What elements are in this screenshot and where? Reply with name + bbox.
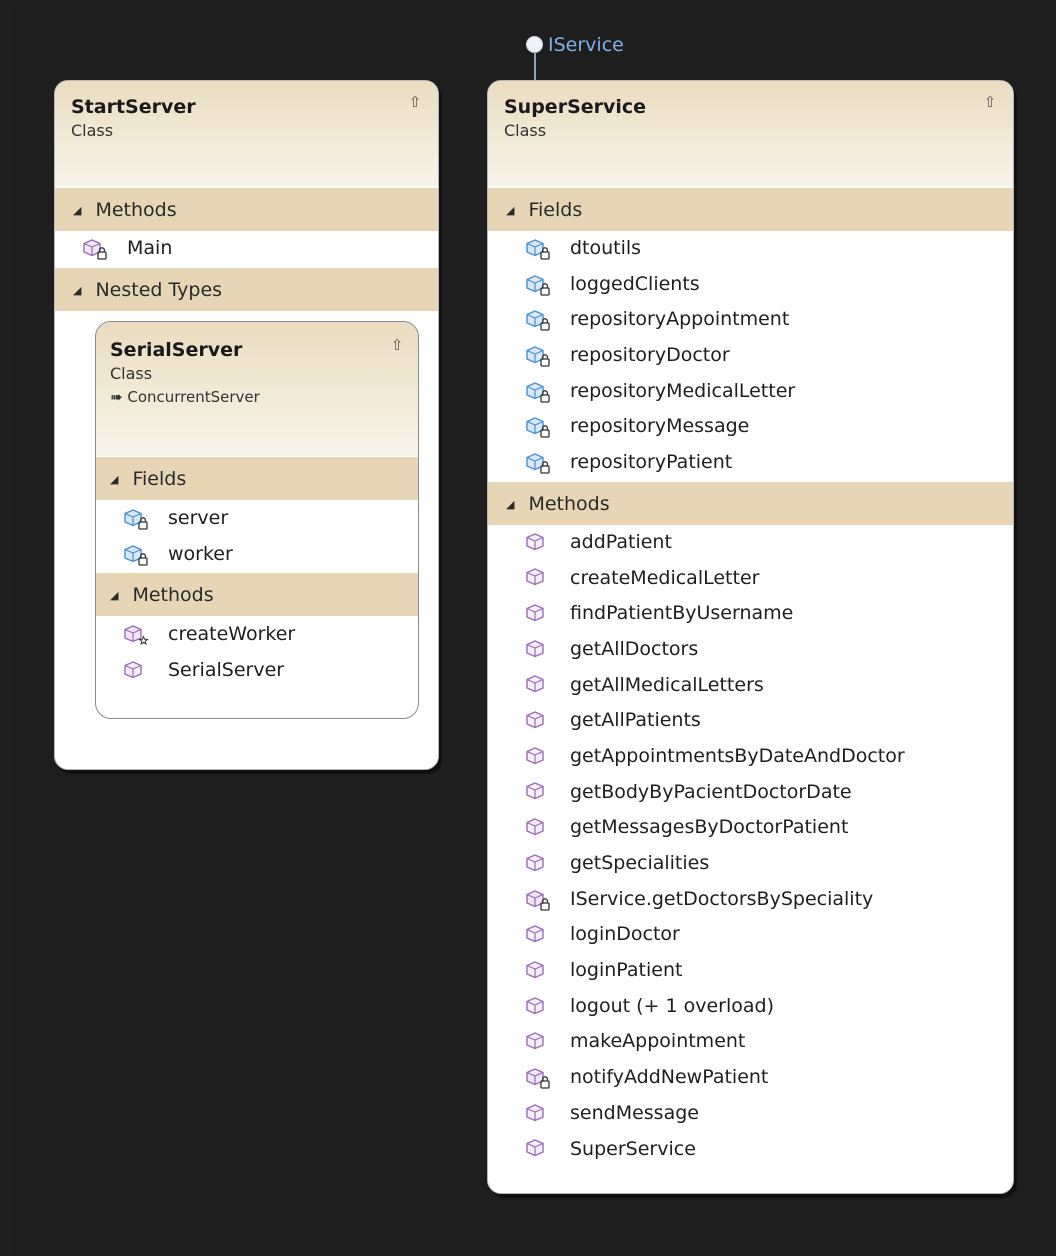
- method-private-icon: [526, 1067, 552, 1089]
- field-private-icon: [526, 274, 552, 296]
- method-public-icon: [526, 817, 552, 839]
- section-header-fields[interactable]: ◢ Fields: [96, 455, 418, 500]
- method-public-icon: [526, 674, 552, 696]
- member-item[interactable]: Main: [55, 231, 438, 267]
- member-item[interactable]: SuperService: [488, 1132, 1013, 1168]
- class-title: SerialServer: [110, 338, 243, 361]
- member-item[interactable]: sendMessage: [488, 1096, 1013, 1132]
- class-kind: Class: [110, 363, 153, 383]
- field-private-icon: [526, 345, 552, 367]
- collapse-chevron-icon[interactable]: ⇧: [981, 93, 999, 111]
- collapse-chevron-icon[interactable]: ⇧: [406, 93, 424, 111]
- method-public-icon: [526, 924, 552, 946]
- section-header-nested-types[interactable]: ◢ Nested Types: [55, 266, 438, 311]
- member-item[interactable]: createMedicalLetter: [488, 561, 1013, 597]
- field-private-icon: [124, 507, 150, 530]
- method-public-icon: [526, 1138, 552, 1160]
- class-title: StartServer: [71, 96, 196, 118]
- method-public-icon: [526, 781, 552, 803]
- section-expand-triangle-icon: ◢: [506, 497, 515, 511]
- methods-list: addPatient createMedicalLetter findPatient…: [488, 525, 1013, 1167]
- interface-circle-icon: [526, 36, 543, 53]
- section-header-methods[interactable]: ◢ Methods: [488, 480, 1013, 525]
- member-item[interactable]: repositoryMessage: [488, 409, 1013, 445]
- member-item[interactable]: getAppointmentsByDateAndDoctor: [488, 739, 1013, 775]
- member-item[interactable]: getAllDoctors: [488, 632, 1013, 668]
- method-public-icon: [526, 639, 552, 661]
- method-public-icon: [526, 603, 552, 625]
- member-item[interactable]: makeAppointment: [488, 1024, 1013, 1060]
- class-base-type: ➠ ConcurrentServer: [110, 387, 260, 406]
- class-box-startserver[interactable]: StartServer Class ⇧ ◢ Methods Main ◢ Neste…: [54, 80, 439, 770]
- section-header-fields[interactable]: ◢ Fields: [488, 187, 1013, 231]
- section-header-methods[interactable]: ◢ Methods: [96, 571, 418, 616]
- method-public-icon: [526, 1031, 552, 1053]
- field-private-icon: [526, 452, 552, 474]
- class-box-superservice[interactable]: SuperService Class ⇧ ◢ Fields dtoutils log…: [487, 80, 1014, 1194]
- class-title: SuperService: [504, 96, 647, 118]
- member-item[interactable]: logout (+ 1 overload): [488, 989, 1013, 1025]
- member-item[interactable]: IService.getDoctorsBySpeciality: [488, 882, 1013, 918]
- field-private-icon: [526, 381, 552, 403]
- member-item[interactable]: getMessagesByDoctorPatient: [488, 810, 1013, 846]
- field-private-icon: [526, 238, 552, 260]
- method-public-icon: [526, 567, 552, 589]
- member-item[interactable]: getSpecialities: [488, 846, 1013, 882]
- section-expand-triangle-icon: ◢: [110, 472, 119, 486]
- member-item[interactable]: dtoutils: [488, 231, 1013, 267]
- field-private-icon: [124, 543, 150, 566]
- method-public-icon: [124, 659, 150, 681]
- member-item[interactable]: server: [96, 500, 418, 536]
- class-header: SuperService Class ⇧: [488, 81, 1013, 187]
- member-item[interactable]: repositoryAppointment: [488, 302, 1013, 338]
- collapse-chevron-icon[interactable]: ⇧: [388, 336, 406, 354]
- member-item[interactable]: loggedClients: [488, 267, 1013, 303]
- method-protected-icon: [124, 623, 150, 645]
- method-public-icon: [526, 996, 552, 1018]
- method-private-icon: [526, 889, 552, 911]
- method-public-icon: [526, 960, 552, 982]
- fields-list: dtoutils loggedClients repositoryAppointme…: [488, 231, 1013, 481]
- member-item[interactable]: loginDoctor: [488, 917, 1013, 953]
- member-item[interactable]: getBodyByPacientDoctorDate: [488, 775, 1013, 811]
- member-item[interactable]: repositoryMedicalLetter: [488, 374, 1013, 410]
- inheritance-arrow-icon: ➠: [110, 387, 128, 406]
- member-item[interactable]: getAllMedicalLetters: [488, 668, 1013, 704]
- method-public-icon: [526, 853, 552, 875]
- class-header: SerialServer Class ➠ ConcurrentServer ⇧: [96, 321, 418, 456]
- field-private-icon: [526, 416, 552, 438]
- class-kind: Class: [504, 121, 547, 140]
- member-item[interactable]: findPatientByUsername: [488, 596, 1013, 632]
- member-item[interactable]: repositoryDoctor: [488, 338, 1013, 374]
- member-item[interactable]: SerialServer: [96, 652, 418, 688]
- section-header-methods[interactable]: ◢ Methods: [55, 187, 438, 231]
- section-expand-triangle-icon: ◢: [506, 204, 515, 217]
- field-private-icon: [526, 309, 552, 331]
- method-public-icon: [526, 710, 552, 732]
- member-item[interactable]: notifyAddNewPatient: [488, 1060, 1013, 1096]
- member-item[interactable]: loginPatient: [488, 953, 1013, 989]
- class-kind: Class: [71, 121, 114, 140]
- method-private-icon: [83, 238, 109, 260]
- member-item[interactable]: createWorker: [96, 616, 418, 652]
- member-item[interactable]: repositoryPatient: [488, 445, 1013, 481]
- member-item[interactable]: worker: [96, 536, 418, 572]
- member-item[interactable]: getAllPatients: [488, 703, 1013, 739]
- method-public-icon: [526, 532, 552, 554]
- section-expand-triangle-icon: ◢: [73, 283, 82, 297]
- member-item[interactable]: addPatient: [488, 525, 1013, 561]
- section-expand-triangle-icon: ◢: [73, 204, 82, 217]
- interface-label: IService: [548, 34, 624, 56]
- method-public-icon: [526, 1103, 552, 1125]
- method-public-icon: [526, 746, 552, 768]
- class-header: StartServer Class ⇧: [55, 81, 438, 187]
- section-expand-triangle-icon: ◢: [110, 588, 119, 602]
- class-box-serialserver[interactable]: SerialServer Class ➠ ConcurrentServer ⇧ …: [95, 320, 419, 719]
